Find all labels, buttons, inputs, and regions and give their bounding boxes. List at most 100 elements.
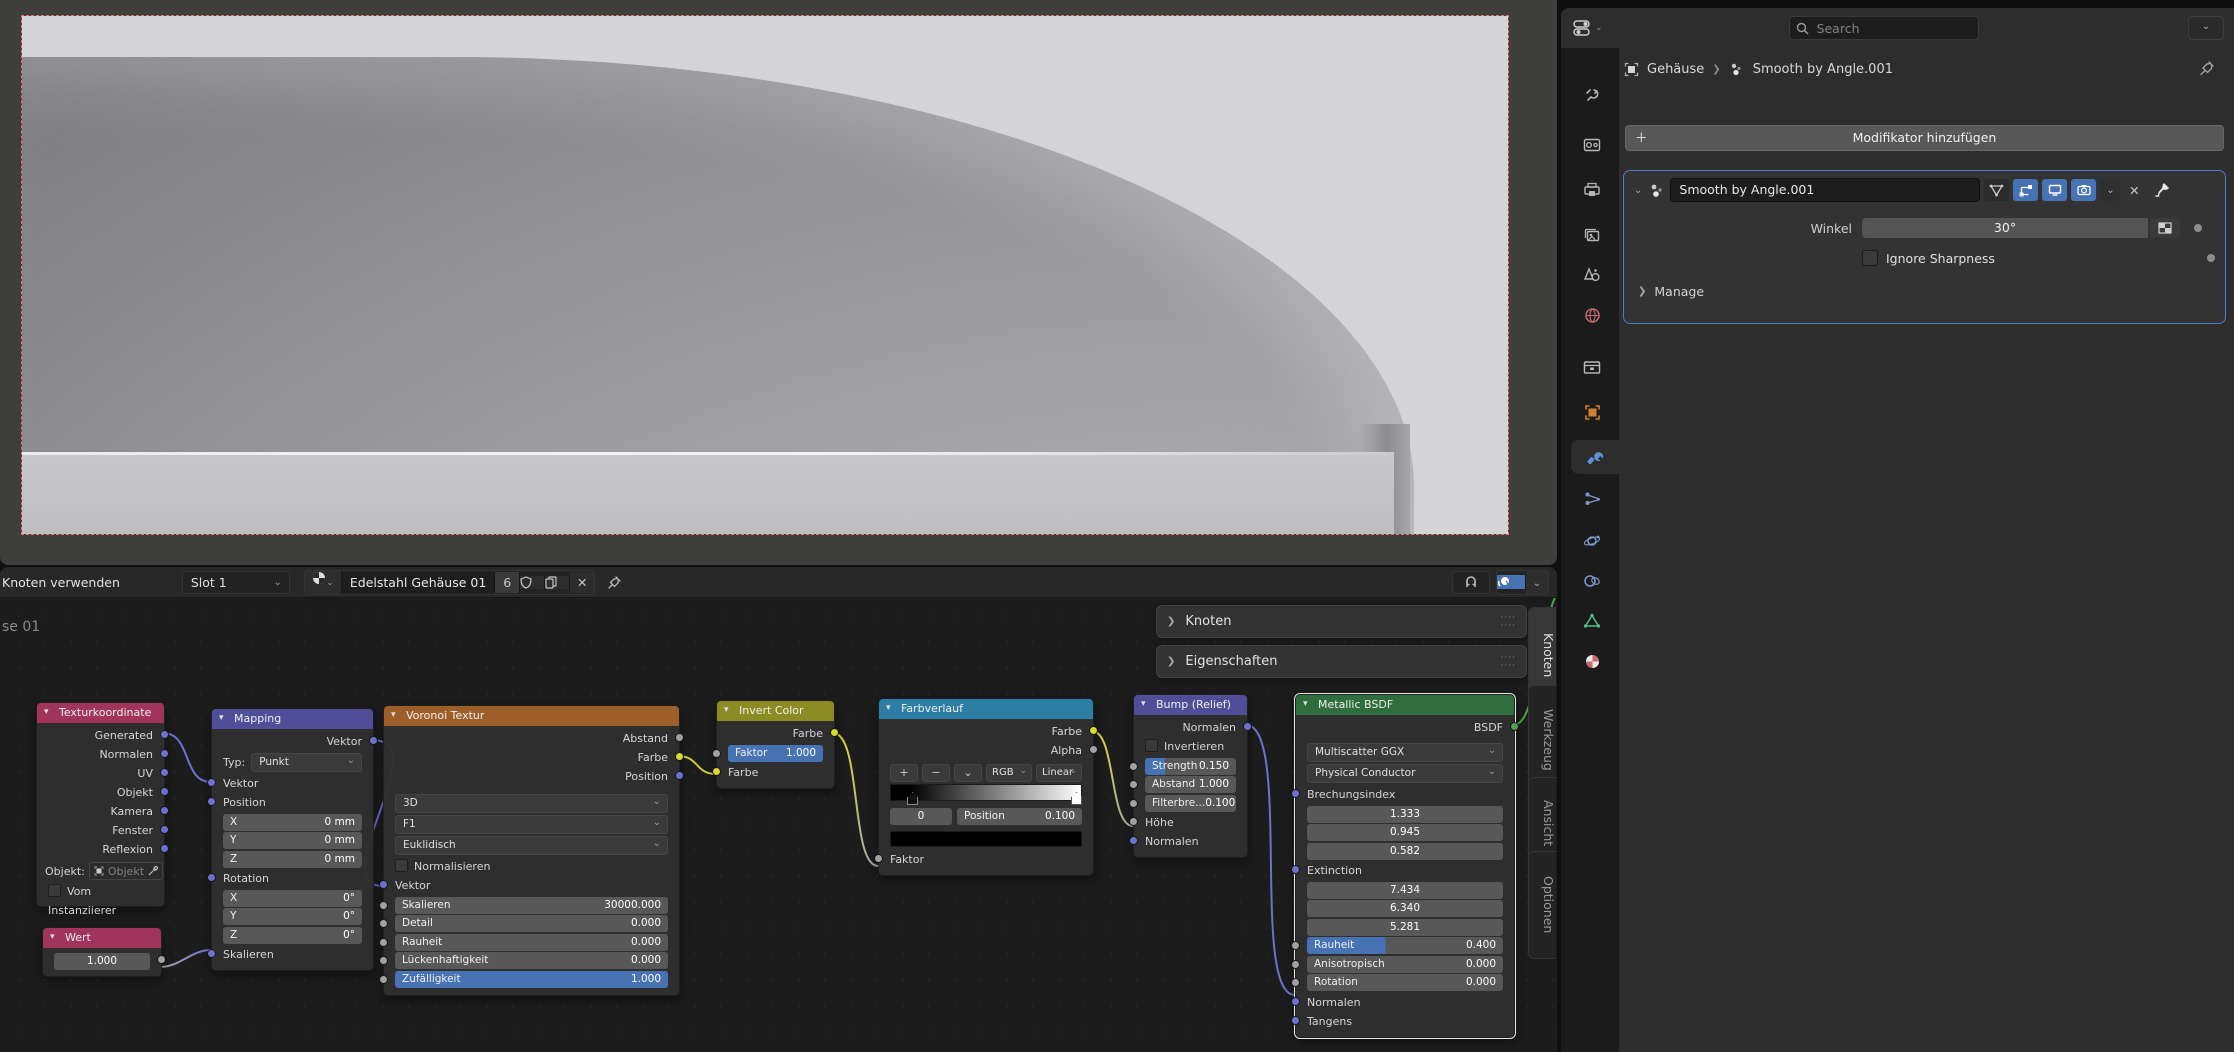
socket-uv[interactable]: UV (37, 764, 164, 783)
on-cage-toggle[interactable] (2013, 179, 2038, 201)
slider-rotation[interactable]: Rotation0.000 (1296, 974, 1514, 991)
extinction-z-field[interactable]: 5.281 (1307, 919, 1503, 936)
fresnel-dropdown[interactable]: Physical Conductor (1307, 764, 1503, 783)
tab-material[interactable] (1569, 644, 1615, 678)
node-header[interactable]: ▾ Metallic BSDF (1296, 695, 1514, 715)
drag-grip-icon[interactable]: ········ (1501, 614, 1516, 630)
ior-y-field[interactable]: 0.945 (1307, 824, 1503, 841)
modifier-panel-smooth-by-angle[interactable]: ⌄ Smooth by Angle.001 ⌄ ✕ Winkel 30° (1623, 170, 2226, 324)
breadcrumb-object[interactable]: Gehäuse (1647, 62, 1704, 77)
collapse-icon[interactable]: ▾ (1303, 694, 1308, 714)
material-users-count[interactable]: 6 (495, 572, 520, 593)
interpolation-dropdown[interactable]: Linear (1036, 764, 1082, 782)
node-metallic-bsdf[interactable]: ▾ Metallic BSDF BSDF Multiscatter GGX Ph… (1295, 694, 1515, 1038)
slider-filterbreite[interactable]: Filterbre...0.100 (1134, 795, 1247, 812)
stop-index-field[interactable]: 0 (890, 808, 952, 825)
socket-vektor-input[interactable]: Vektor (384, 876, 679, 895)
tab-physics[interactable] (1569, 524, 1615, 558)
tab-optionen[interactable]: Optionen (1528, 851, 1556, 959)
extinction-x-field[interactable]: 7.434 (1307, 882, 1503, 899)
socket-objekt[interactable]: Objekt (37, 783, 164, 802)
ramp-options-button[interactable]: ⌄ (954, 764, 982, 782)
socket-normalen-output[interactable]: Normalen (1134, 718, 1247, 737)
rotation-z-field[interactable]: Z0° (223, 927, 362, 944)
panel-knoten[interactable]: ❯ Knoten ········ (1156, 605, 1527, 638)
position-x-field[interactable]: X0 mm (223, 814, 362, 831)
socket-skalieren-input[interactable]: Skalieren (212, 945, 373, 964)
tab-view-layer[interactable] (1569, 218, 1615, 252)
slider-strength[interactable]: Strength0.150 (1134, 758, 1247, 775)
editor-type-selector[interactable]: ⌄ (1573, 19, 1603, 37)
socket-extinction-input[interactable]: Extinction (1296, 861, 1514, 880)
snap-magnet-button[interactable] (1452, 571, 1490, 594)
node-invert-color[interactable]: ▾ Invert Color Farbe Faktor1.000 Farbe (716, 700, 835, 789)
node-mapping[interactable]: ▾ Mapping Vektor Typ: Punkt Vektor Posit… (211, 708, 374, 971)
slider-lueckenhaftigkeit[interactable]: Lückenhaftigkeit0.000 (384, 952, 679, 969)
collapse-icon[interactable]: ▾ (219, 708, 224, 728)
tab-world[interactable] (1569, 298, 1615, 332)
metric-dropdown[interactable]: Euklidisch (395, 836, 668, 855)
stop-position-slider[interactable]: Position0.100 (957, 808, 1082, 825)
socket-wert-output[interactable] (157, 955, 166, 964)
color-mode-dropdown[interactable]: RGB (986, 764, 1032, 782)
input-attribute-toggle[interactable] (2150, 218, 2180, 238)
position-y-field[interactable]: Y0 mm (223, 832, 362, 849)
preview-options-chevron[interactable]: ⌄ (1526, 571, 1548, 594)
socket-normalen[interactable]: Normalen (37, 745, 164, 764)
feature-dropdown[interactable]: F1 (395, 815, 668, 834)
slider-rauheit[interactable]: Rauheit0.000 (384, 934, 679, 951)
render-display-toggle[interactable] (2071, 179, 2096, 201)
socket-bsdf-output[interactable]: BSDF (1296, 718, 1514, 737)
tab-object-data[interactable] (1569, 604, 1615, 638)
material-name-field[interactable]: Edelstahl Gehäuse 01 (342, 572, 495, 593)
ramp-stop-handle[interactable] (1071, 792, 1082, 805)
invert-checkbox[interactable] (1145, 739, 1158, 752)
add-stop-button[interactable]: + (890, 764, 918, 782)
tab-modifiers[interactable] (1571, 440, 1619, 474)
dimension-dropdown[interactable]: 3D (395, 794, 668, 813)
slider-skalieren[interactable]: Skalieren30000.000 (384, 897, 679, 914)
material-preview-button[interactable] (1497, 575, 1526, 589)
collapse-icon[interactable]: ▾ (886, 698, 891, 718)
modifier-extras-chevron[interactable]: ⌄ (2100, 179, 2120, 201)
socket-fenster[interactable]: Fenster (37, 821, 164, 840)
object-picker-field[interactable]: Objekt (89, 862, 163, 880)
slider-zufaelligkeit[interactable]: Zufälligkeit1.000 (384, 971, 679, 988)
node-header[interactable]: ▾ Mapping (212, 709, 373, 729)
ior-x-field[interactable]: 1.333 (1307, 806, 1503, 823)
tab-particles[interactable] (1569, 482, 1615, 516)
color-ramp-gradient[interactable] (890, 784, 1082, 801)
tab-object[interactable] (1569, 395, 1615, 429)
panel-eigenschaften[interactable]: ❯ Eigenschaften ········ (1156, 645, 1527, 678)
copy-material-button[interactable] (545, 576, 570, 589)
slider-detail[interactable]: Detail0.000 (384, 915, 679, 932)
socket-faktor-input[interactable]: Faktor (879, 850, 1093, 869)
tab-constraints[interactable] (1569, 564, 1615, 598)
viewport-display-toggle[interactable] (2042, 179, 2067, 201)
search-input[interactable] (1815, 20, 1949, 37)
material-browse-button[interactable]: ⌄ (305, 570, 342, 594)
socket-normalen-input[interactable]: Normalen (1296, 993, 1514, 1012)
ramp-stop-handle-active[interactable] (907, 792, 918, 805)
node-wert[interactable]: ▾ Wert 1.000 (42, 927, 162, 977)
normalize-checkbox[interactable] (395, 859, 408, 872)
collapse-icon[interactable]: ▾ (391, 705, 396, 725)
pin-icon[interactable] (607, 575, 622, 590)
extinction-y-field[interactable]: 6.340 (1307, 900, 1503, 917)
stop-color-swatch[interactable] (890, 831, 1082, 847)
invert-row[interactable]: Invertieren (1134, 737, 1247, 756)
socket-farbe-output[interactable]: Farbe (384, 748, 679, 767)
decorator-dot[interactable] (2207, 254, 2215, 262)
ignore-sharpness-checkbox[interactable] (1862, 250, 1878, 266)
slider-abstand[interactable]: Abstand1.000 (1134, 776, 1247, 793)
header-collapse-chevron[interactable]: ⌄ (2188, 16, 2224, 40)
remove-stop-button[interactable]: − (922, 764, 950, 782)
pin-id-icon[interactable] (2199, 60, 2215, 76)
socket-farbe-output[interactable]: Farbe (879, 722, 1093, 741)
node-texturkoordinate[interactable]: ▾ Texturkoordinate Generated Normalen UV… (36, 702, 165, 907)
socket-position-output[interactable]: Position (384, 767, 679, 786)
edit-mode-display-toggle[interactable] (1984, 179, 2009, 201)
normalize-row[interactable]: Normalisieren (384, 857, 679, 876)
angle-value-field[interactable]: 30° (1862, 218, 2148, 238)
search-field[interactable] (1789, 16, 1979, 40)
